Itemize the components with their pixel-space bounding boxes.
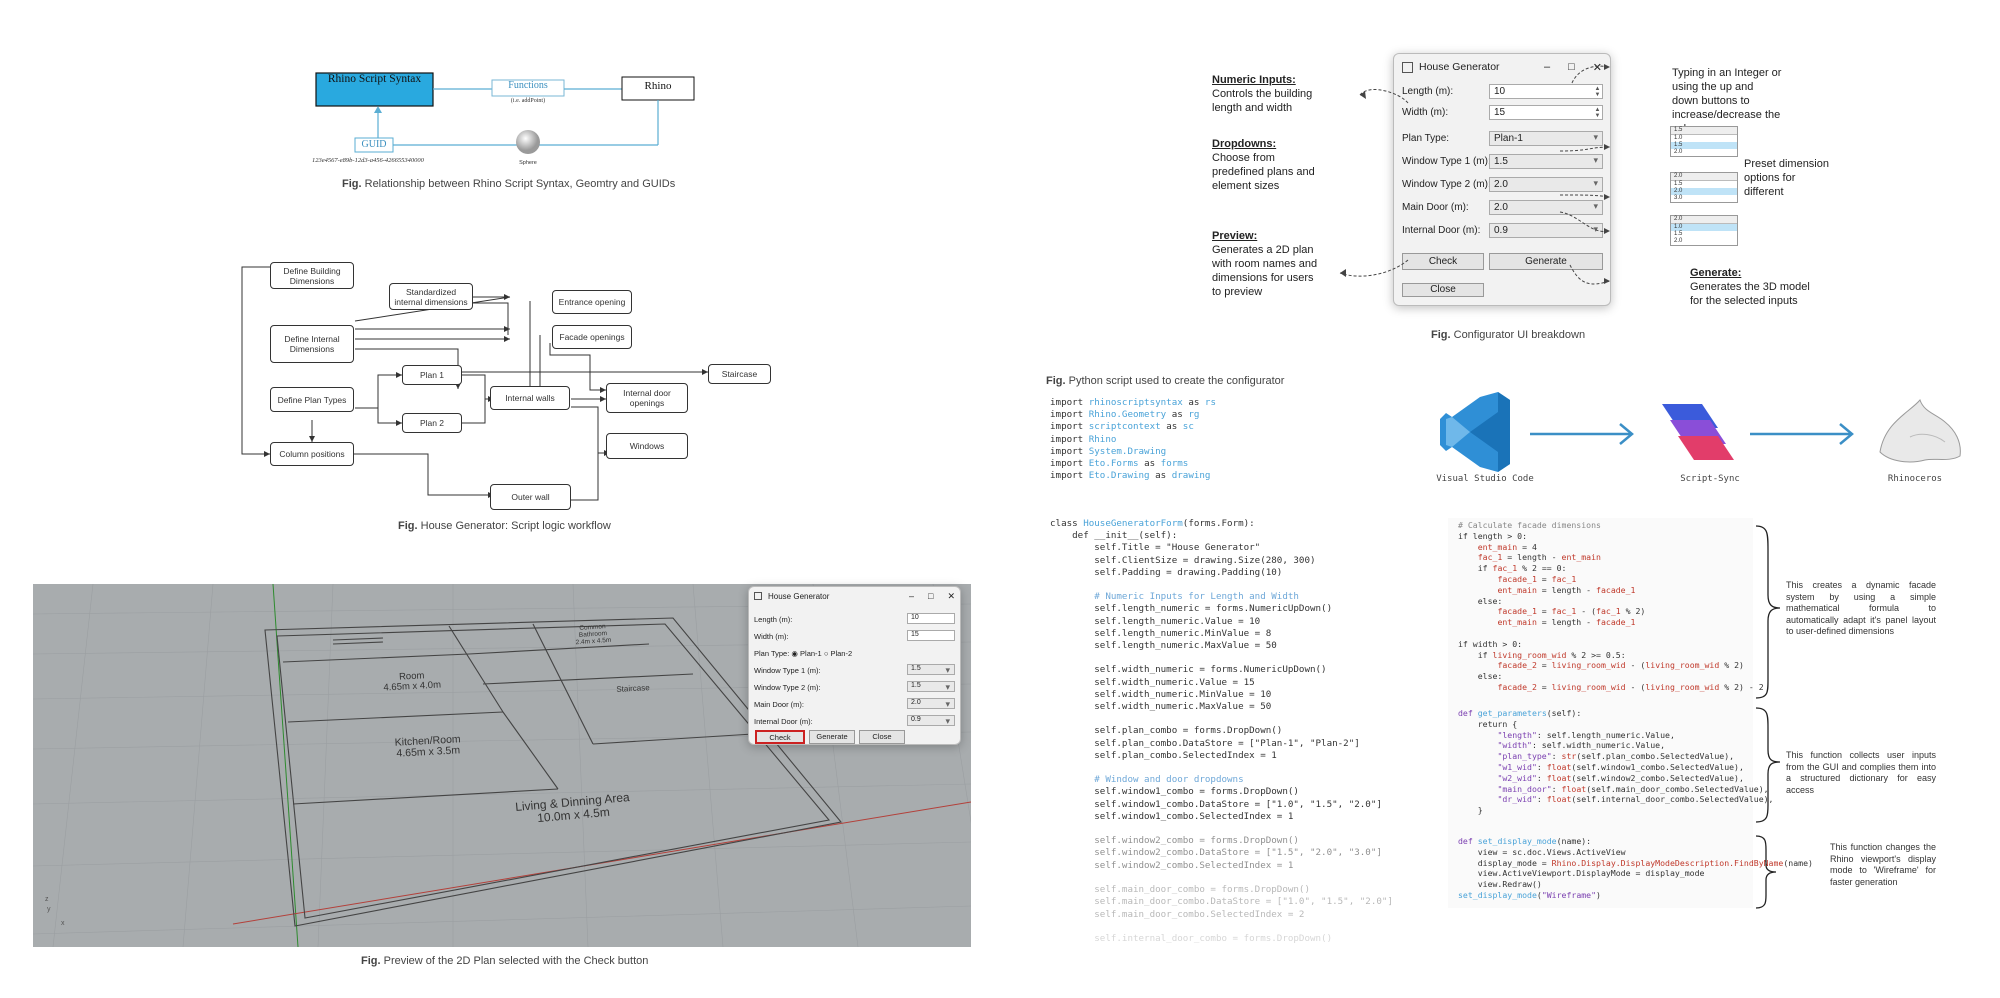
small-win1-label: Window Type 1 (m):: [754, 666, 821, 675]
node-facade: Facade openings: [552, 325, 632, 349]
small-house-generator-dialog: House Generator – □ ✕ Length (m): 10 Width…: [748, 586, 961, 745]
small-win2-label: Window Type 2 (m):: [754, 683, 821, 692]
small-close-button[interactable]: Close: [859, 730, 905, 744]
axis-y-label: y: [47, 906, 51, 913]
small-dialog-title: House Generator: [768, 591, 830, 601]
node-staircase: Staircase: [708, 364, 771, 384]
axis-x-label: x: [61, 920, 65, 927]
small-internal-door-combo[interactable]: 0.9: [907, 715, 955, 727]
preset-list-header[interactable]: 1.5: [1671, 127, 1737, 135]
caption-python: Fig. Python script used to create the co…: [1046, 375, 1285, 387]
small-width-label: Width (m):: [754, 632, 789, 641]
caption-workflow: Fig. House Generator: Script logic workf…: [398, 520, 611, 532]
node-internal-walls: Internal walls: [490, 386, 570, 410]
preset-list-item[interactable]: 3.0: [1671, 195, 1737, 202]
annotation-arrows: [1339, 64, 1611, 285]
small-win1-combo[interactable]: 1.5: [907, 664, 955, 676]
close-icon[interactable]: ✕: [947, 591, 955, 602]
rhino-box: Rhino: [644, 80, 672, 92]
small-dialog-titlebar: House Generator – □ ✕: [749, 587, 960, 605]
node-define-building: Define Building Dimensions: [270, 262, 354, 289]
node-column-positions: Column positions: [270, 442, 354, 466]
radio-plan1[interactable]: ◉ Plan-1: [791, 649, 821, 658]
node-define-plan-types: Define Plan Types: [270, 387, 354, 412]
preset-list-item[interactable]: 2.0: [1671, 238, 1737, 245]
maximize-icon[interactable]: □: [928, 591, 933, 602]
preset-list-3: 2.0 1.0 1.5 2.0: [1670, 215, 1738, 246]
preset-list-item[interactable]: 2.0: [1671, 149, 1737, 156]
note-params: This function collects user inputs from …: [1786, 750, 1936, 795]
note-display: This function changes the Rhino viewport…: [1830, 842, 1936, 887]
preset-list-item[interactable]: 2.0: [1671, 188, 1737, 195]
workflow-connectors: [241, 266, 708, 501]
preset-list-2: 2.0 1.5 2.0 3.0: [1670, 172, 1738, 203]
small-length-label: Length (m):: [754, 615, 793, 624]
annot-preview: Preview: Generates a 2D plan with room na…: [1212, 230, 1318, 298]
sphere-label: Sphere: [519, 160, 537, 166]
annot-numeric: Numeric Inputs: Controls the building len…: [1212, 74, 1313, 114]
minimize-icon[interactable]: –: [909, 591, 914, 602]
annot-dropdowns: Dropdowns: Choose from predefined plans a…: [1212, 138, 1315, 192]
annot-generate: Generate: Generates the 3D model for the …: [1690, 267, 1810, 307]
functions-box: Functions: [508, 80, 548, 91]
node-plan1: Plan 1: [402, 365, 462, 385]
rhinoceros-icon: [1879, 398, 1961, 463]
caption-configurator: Fig. Configurator UI breakdown: [1431, 329, 1586, 341]
preset-list-item[interactable]: 1.5: [1671, 181, 1737, 188]
rhino-script-syntax-box: Rhino Script Syntax: [327, 73, 422, 85]
small-plan-type-row: Plan Type: ◉ Plan-1 ○ Plan-2: [754, 649, 853, 658]
preset-list-item[interactable]: 1.5: [1671, 142, 1737, 149]
node-standardized: Standardized internal dimensions: [389, 283, 473, 310]
node-plan2: Plan 2: [402, 413, 462, 433]
small-main-door-combo[interactable]: 2.0: [907, 698, 955, 710]
functions-example: (i.e. addPoint): [510, 98, 546, 104]
code-imports: import rhinoscriptsyntax as rs import Rh…: [1050, 397, 1216, 482]
preset-list-item[interactable]: 1.5: [1671, 231, 1737, 238]
small-length-input[interactable]: 10: [907, 613, 955, 624]
guid-box: GUID: [361, 139, 387, 150]
small-generate-button[interactable]: Generate: [809, 730, 855, 744]
small-win2-combo[interactable]: 1.5: [907, 681, 955, 693]
app-logo-icon: [754, 592, 762, 600]
small-width-input[interactable]: 15: [907, 630, 955, 641]
vscode-icon: [1440, 392, 1510, 472]
code-get-parameters: def get_parameters(self): return { "leng…: [1458, 708, 1774, 816]
preset-list-1: 1.5 1.0 1.5 2.0: [1670, 126, 1738, 157]
radio-plan2[interactable]: ○ Plan-2: [824, 649, 852, 658]
node-windows: Windows: [606, 433, 688, 459]
script-sync-icon: [1662, 404, 1734, 460]
caption-preview: Fig. Preview of the 2D Plan selected wit…: [361, 955, 649, 967]
small-internal-door-label: Internal Door (m):: [754, 717, 813, 726]
code-braces: [1755, 525, 1781, 909]
scriptsync-label: Script-Sync: [1680, 474, 1740, 484]
code-class: class HouseGeneratorForm(forms.Form): de…: [1050, 518, 1393, 944]
node-outer-wall: Outer wall: [490, 484, 571, 510]
node-define-internal: Define Internal Dimensions: [270, 325, 354, 363]
pipeline-graphic: [1440, 392, 1961, 472]
preset-list-header[interactable]: 2.0: [1671, 216, 1737, 224]
node-internal-door: Internal door openings: [606, 383, 688, 413]
vscode-label: Visual Studio Code: [1436, 474, 1534, 484]
node-entrance: Entrance opening: [552, 290, 632, 314]
note-facade: This creates a dynamic facade system by …: [1786, 580, 1936, 636]
axis-z-label: z: [45, 896, 49, 903]
preset-list-header[interactable]: 2.0: [1671, 173, 1737, 181]
preset-list-item[interactable]: 1.0: [1671, 224, 1737, 231]
annot-preset: Preset dimension options for different: [1744, 158, 1829, 198]
rhinoceros-label: Rhinoceros: [1887, 474, 1943, 484]
small-check-button[interactable]: Check: [755, 730, 805, 744]
code-facade: # Calculate facade dimensions if length …: [1458, 520, 1764, 692]
caption-relationship: Fig. Relationship between Rhino Script S…: [342, 178, 676, 190]
small-main-door-label: Main Door (m):: [754, 700, 805, 709]
preset-list-item[interactable]: 1.0: [1671, 135, 1737, 142]
guid-value: 123e4567-e89b-12d3-a456-426655340000: [312, 157, 424, 164]
